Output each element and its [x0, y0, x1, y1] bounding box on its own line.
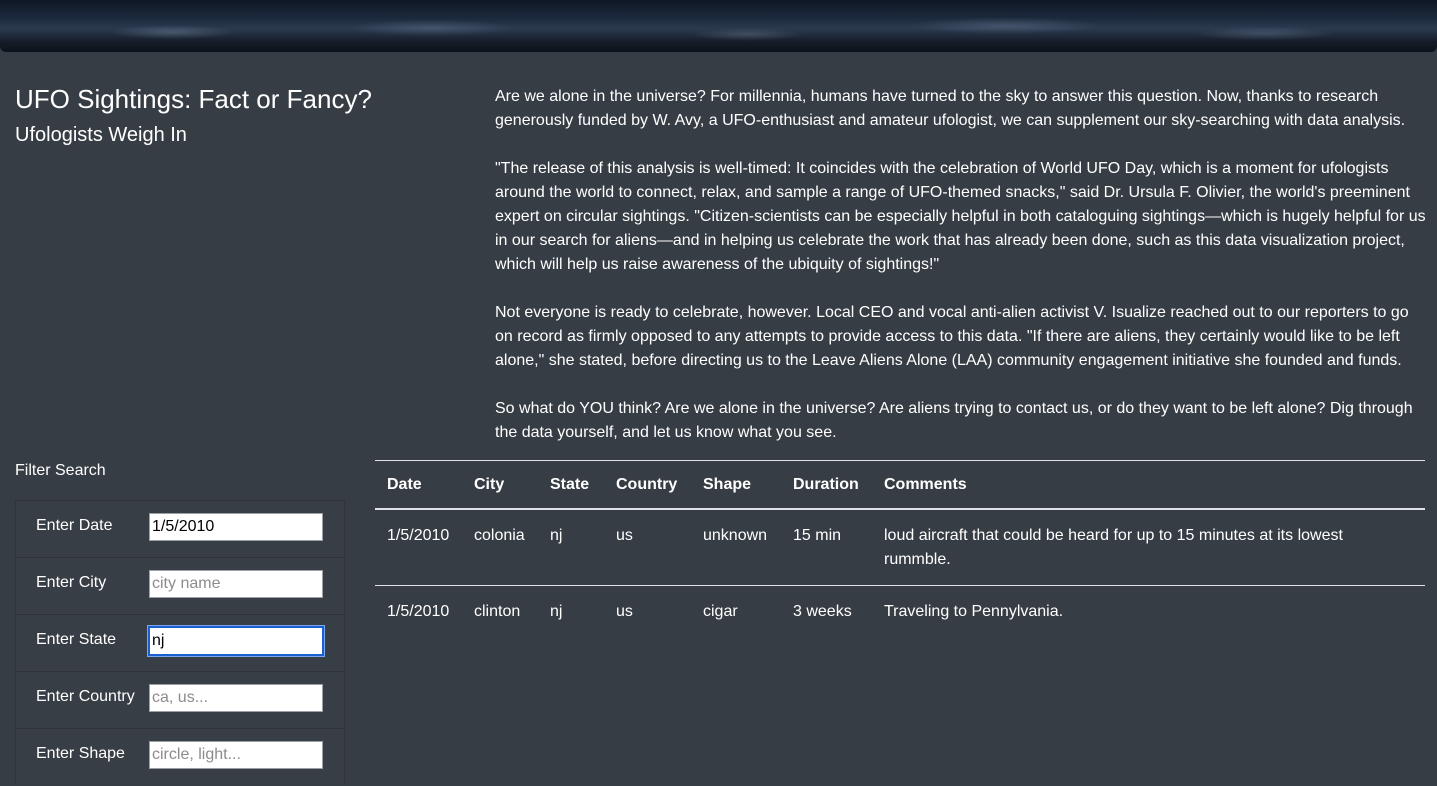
cell-comments: loud aircraft that could be heard for up… [872, 509, 1425, 586]
ufo-results-table: Date City State Country Shape Duration C… [375, 460, 1425, 637]
filter-label-state: Enter State [36, 631, 117, 648]
column-header-duration: Duration [781, 460, 872, 510]
hero-banner-image [0, 0, 1437, 52]
column-header-state: State [538, 460, 604, 510]
article-paragraph: So what do YOU think? Are we alone in th… [495, 400, 1413, 441]
filter-label-shape: Enter Shape [36, 745, 125, 762]
page-subtitle: Ufologists Weigh In [15, 124, 187, 146]
cell-country: us [616, 603, 633, 620]
filter-item-date: Enter Date [15, 500, 345, 557]
table-row: 1/5/2010 clinton nj us cigar 3 weeks Tra… [375, 586, 1425, 638]
cell-shape: unknown [691, 509, 781, 586]
column-header-comments: Comments [872, 460, 1425, 510]
cell-date: 1/5/2010 [375, 509, 462, 586]
table-header: Date City State Country Shape Duration C… [375, 460, 1425, 510]
cell-country: us [604, 509, 691, 586]
state-input[interactable] [148, 626, 324, 656]
page-title: UFO Sightings: Fact or Fancy? [15, 84, 372, 114]
article-paragraph: Are we alone in the universe? For millen… [495, 88, 1406, 129]
column-header-country: Country [604, 460, 691, 510]
article-paragraph: "The release of this analysis is well-ti… [495, 160, 1426, 273]
cell-date: 1/5/2010 [387, 603, 450, 620]
table-header-row: Date City State Country Shape Duration C… [375, 460, 1425, 510]
filter-search-heading: Filter Search [15, 462, 106, 479]
cell-state: nj [538, 509, 604, 586]
column-header-shape: Shape [691, 460, 781, 510]
city-input[interactable] [149, 570, 323, 598]
column-header-date: Date [375, 460, 462, 510]
filter-item-country: Enter Country [15, 671, 345, 728]
shape-input[interactable] [149, 741, 323, 769]
country-input[interactable] [149, 684, 323, 712]
date-input[interactable] [149, 513, 323, 541]
cell-comments: Traveling to Pennylvania. [884, 603, 1064, 620]
cell-duration: 3 weeks [793, 603, 852, 620]
table-row: 1/5/2010 colonia nj us unknown 15 min lo… [375, 509, 1425, 586]
filter-label-city: Enter City [36, 574, 107, 591]
column-header-city: City [462, 460, 538, 510]
filter-item-shape: Enter Shape [15, 728, 345, 785]
cell-city: clinton [474, 603, 521, 620]
cell-shape: cigar [703, 603, 738, 620]
table-body: 1/5/2010 colonia nj us unknown 15 min lo… [375, 509, 1425, 637]
article-paragraph: Not everyone is ready to celebrate, howe… [495, 304, 1409, 369]
filter-item-state: Enter State [15, 614, 345, 671]
cell-city: colonia [462, 509, 538, 586]
filter-item-city: Enter City [15, 557, 345, 614]
filter-label-country: Enter Country [36, 688, 135, 705]
cell-duration: 15 min [781, 509, 872, 586]
filter-label-date: Enter Date [36, 517, 113, 534]
filter-list: Enter Date Enter City Enter State Enter … [15, 500, 345, 785]
article-body: Are we alone in the universe? For millen… [495, 85, 1430, 469]
cell-state: nj [550, 603, 563, 620]
